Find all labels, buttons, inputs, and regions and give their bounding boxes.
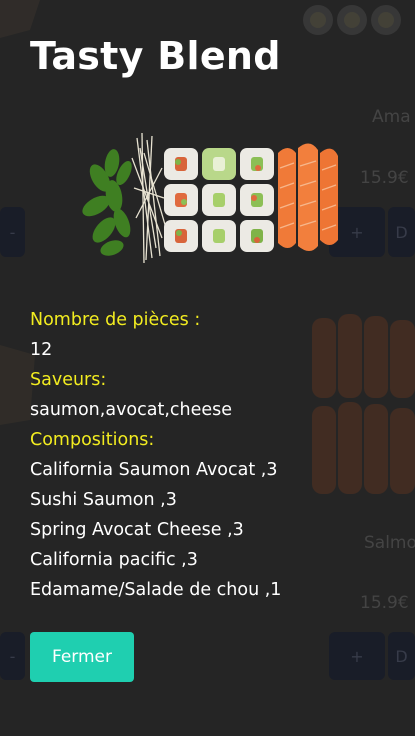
flavors-label: Saveurs: [30, 370, 107, 390]
compositions-label: Compositions: [30, 430, 155, 450]
composition-item: California Saumon Avocat ,3 [30, 460, 278, 480]
product-details: Nombre de pièces : 12 Saveurs: saumon,av… [30, 305, 400, 605]
pieces-value: 12 [30, 340, 53, 360]
pieces-label: Nombre de pièces : [30, 310, 201, 330]
composition-item: Sushi Saumon ,3 [30, 490, 177, 510]
composition-item: California pacific ,3 [30, 550, 198, 570]
close-button[interactable]: Fermer [30, 632, 134, 682]
composition-item: Spring Avocat Cheese ,3 [30, 520, 244, 540]
product-detail-modal: Tasty Blend Nombre de pièces: 12 Saveur… [0, 0, 415, 736]
flavors-value: saumon,avocat,cheese [30, 400, 233, 420]
product-image [82, 132, 338, 264]
modal-title: Tasty Blend [30, 34, 281, 78]
composition-item: Edamame/Salade de chou ,1 [30, 580, 282, 600]
